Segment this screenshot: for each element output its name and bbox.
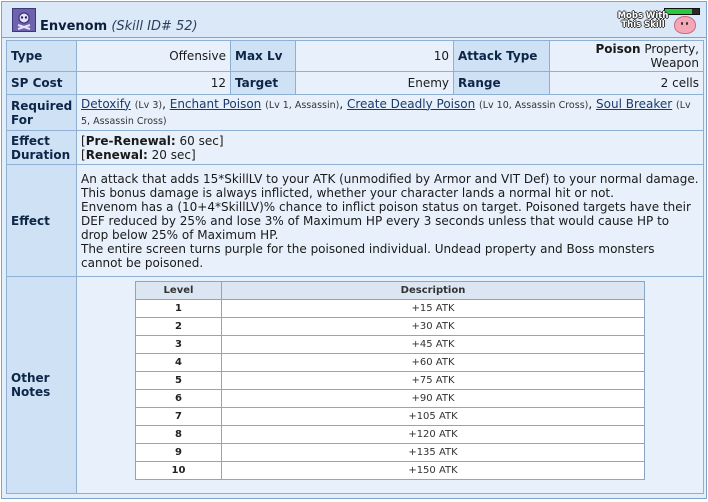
table-row: 6 +90 ATK bbox=[135, 389, 645, 408]
required-skill: Enchant Poison (Lv 1, Assassin), bbox=[170, 97, 347, 111]
level-cell: 7 bbox=[135, 407, 222, 426]
level-cell: 4 bbox=[135, 353, 222, 372]
level-cell: 1 bbox=[135, 299, 222, 318]
description-cell: +75 ATK bbox=[221, 371, 645, 390]
renewal-line: [Renewal: 20 sec] bbox=[81, 147, 196, 162]
target-label: Target bbox=[230, 71, 296, 95]
required-skill-separator: , bbox=[162, 96, 170, 111]
required-skill: Create Deadly Poison (Lv 10, Assassin Cr… bbox=[347, 97, 596, 111]
renewal-label: Renewal: bbox=[85, 147, 148, 162]
description-cell: +15 ATK bbox=[221, 299, 645, 318]
table-row: 7 +105 ATK bbox=[135, 407, 645, 426]
level-column-header: Level bbox=[135, 281, 222, 300]
skill-info-table: Type Offensive Max Lv 10 Attack Type Poi… bbox=[6, 40, 704, 494]
effect-label: Effect bbox=[6, 164, 77, 277]
poring-icon bbox=[674, 16, 696, 34]
skill-header: Envenom (Skill ID# 52) Mobs With This Sk… bbox=[2, 2, 706, 38]
level-cell: 10 bbox=[135, 461, 222, 480]
type-label: Type bbox=[6, 40, 77, 72]
target-value: Enemy bbox=[295, 71, 454, 95]
renewal-value: 20 sec bbox=[147, 147, 191, 162]
description-cell: +90 ATK bbox=[221, 389, 645, 408]
required-skill-detail: (Lv 3) bbox=[134, 99, 163, 111]
range-label: Range bbox=[453, 71, 550, 95]
table-row: 3 +45 ATK bbox=[135, 335, 645, 354]
skill-id: (Skill ID# 52) bbox=[111, 19, 198, 34]
mobs-with-skill-label: Mobs With This Skill bbox=[617, 11, 669, 30]
required-skill-detail: (Lv 1, Assassin) bbox=[265, 99, 340, 111]
required-skill-link[interactable]: Soul Breaker bbox=[596, 97, 672, 111]
max-lv-label: Max Lv bbox=[230, 40, 296, 72]
level-cell: 3 bbox=[135, 335, 222, 354]
effect-duration-label: Effect Duration bbox=[6, 130, 77, 165]
description-cell: +60 ATK bbox=[221, 353, 645, 372]
required-skill-detail: (Lv 10, Assassin Cross) bbox=[479, 99, 589, 111]
levels-table-header: Level Description bbox=[135, 281, 645, 300]
required-for-list: Detoxify (Lv 3), Enchant Poison (Lv 1, A… bbox=[76, 94, 704, 131]
levels-table: Level Description 1 +15 ATK 2 +30 ATK 3 +45… bbox=[135, 281, 645, 480]
level-cell: 8 bbox=[135, 425, 222, 444]
required-skill-link[interactable]: Enchant Poison bbox=[170, 97, 262, 111]
max-lv-value: 10 bbox=[295, 40, 454, 72]
table-row: 2 +30 ATK bbox=[135, 317, 645, 336]
required-skill: Detoxify (Lv 3), bbox=[81, 97, 170, 111]
skill-panel: Envenom (Skill ID# 52) Mobs With This Sk… bbox=[1, 1, 707, 499]
level-cell: 9 bbox=[135, 443, 222, 462]
required-skill-link[interactable]: Create Deadly Poison bbox=[347, 97, 475, 111]
table-row: 10 +150 ATK bbox=[135, 461, 645, 480]
table-row: 9 +135 ATK bbox=[135, 443, 645, 462]
attack-type-rest: Property, Weapon bbox=[640, 42, 699, 70]
attack-type-property: Poison bbox=[595, 42, 641, 56]
pre-renewal-value: 60 sec bbox=[175, 133, 219, 148]
description-cell: +150 ATK bbox=[221, 461, 645, 480]
envenom-skill-icon bbox=[12, 8, 36, 32]
description-cell: +30 ATK bbox=[221, 317, 645, 336]
sp-cost-label: SP Cost bbox=[6, 71, 77, 95]
required-for-label: Required For bbox=[6, 94, 77, 131]
range-value: 2 cells bbox=[549, 71, 704, 95]
skill-name: Envenom bbox=[40, 19, 108, 34]
type-value: Offensive bbox=[76, 40, 231, 72]
description-cell: +135 ATK bbox=[221, 443, 645, 462]
table-row: 4 +60 ATK bbox=[135, 353, 645, 372]
required-skill-link[interactable]: Detoxify bbox=[81, 97, 131, 111]
effect-description: An attack that adds 15*SkillLV to your A… bbox=[76, 164, 704, 277]
other-notes-label: Other Notes bbox=[6, 276, 77, 494]
description-cell: +120 ATK bbox=[221, 425, 645, 444]
pre-renewal-label: Pre-Renewal: bbox=[85, 133, 176, 148]
effect-paragraph: An attack that adds 15*SkillLV to your A… bbox=[81, 171, 699, 200]
required-skill-separator: , bbox=[588, 96, 596, 111]
level-cell: 2 bbox=[135, 317, 222, 336]
level-cell: 6 bbox=[135, 389, 222, 408]
effect-paragraph: Envenom has a (10+4*SkillLV)% chance to … bbox=[81, 199, 691, 242]
description-cell: +105 ATK bbox=[221, 407, 645, 426]
attack-type-value: Poison Property, Weapon bbox=[549, 40, 704, 72]
effect-duration-value: [Pre-Renewal: 60 sec] [Renewal: 20 sec] bbox=[76, 130, 704, 165]
sp-cost-value: 12 bbox=[76, 71, 231, 95]
description-column-header: Description bbox=[221, 281, 645, 300]
mobs-with-skill-button[interactable]: Mobs With This Skill bbox=[616, 6, 700, 34]
table-row: 8 +120 ATK bbox=[135, 425, 645, 444]
level-cell: 5 bbox=[135, 371, 222, 390]
skill-title: Envenom (Skill ID# 52) bbox=[40, 19, 198, 35]
attack-type-label: Attack Type bbox=[453, 40, 550, 72]
effect-paragraph: The entire screen turns purple for the p… bbox=[81, 241, 655, 270]
description-cell: +45 ATK bbox=[221, 335, 645, 354]
table-row: 1 +15 ATK bbox=[135, 299, 645, 318]
other-notes-content: Level Description 1 +15 ATK 2 +30 ATK 3 +45… bbox=[76, 276, 704, 494]
table-row: 5 +75 ATK bbox=[135, 371, 645, 390]
required-skill-separator: , bbox=[339, 96, 347, 111]
pre-renewal-line: [Pre-Renewal: 60 sec] bbox=[81, 133, 224, 148]
